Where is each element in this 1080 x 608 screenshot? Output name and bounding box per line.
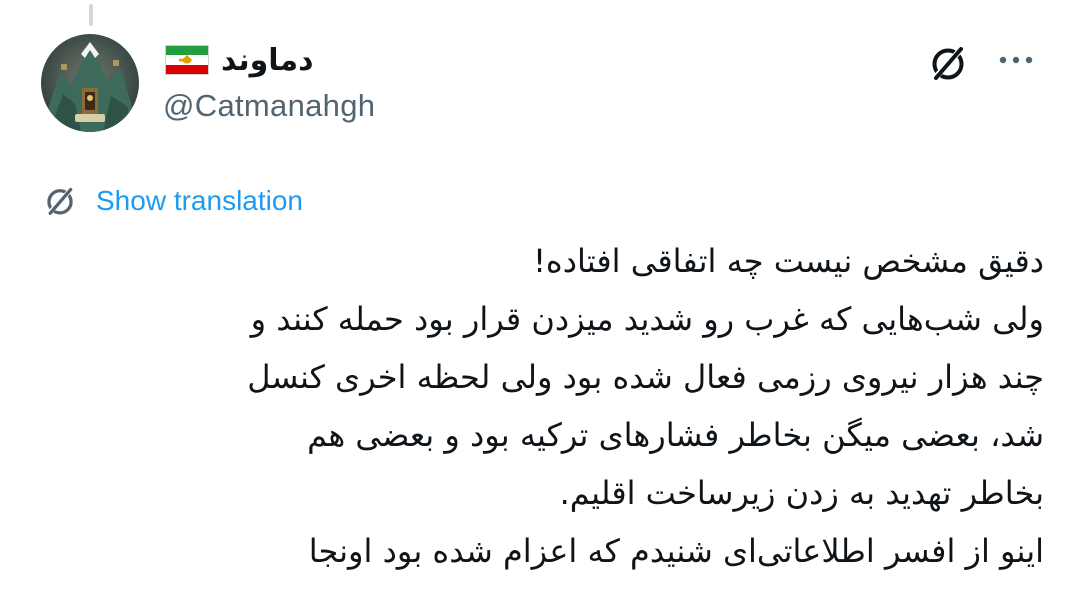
tweet-text: دقیق مشخص نیست چه اتفاقی افتاده! ولی شب‌… <box>40 232 1044 580</box>
avatar[interactable] <box>41 34 139 132</box>
grok-button[interactable] <box>924 40 972 86</box>
more-dots-icon <box>999 56 1033 64</box>
show-translation-label: Show translation <box>96 185 304 216</box>
author-display-name: دماوند <box>221 42 314 78</box>
tweet-line: ولی شب‌هایی که غرب رو شدید میزدن قرار بو… <box>250 300 1044 338</box>
thread-connector-line <box>89 4 93 26</box>
tweet-line: شد، بعضی میگن بخاطر فشارهای ترکیه بود و … <box>307 416 1044 454</box>
tweet-line: اینو از افسر اطلاعاتی‌ای شنیدم که اعزام … <box>308 532 1044 570</box>
more-options-button[interactable] <box>988 40 1044 80</box>
iran-flag-icon <box>165 45 209 75</box>
author-name-row[interactable]: دماوند <box>165 38 313 82</box>
tweet-line: بخاطر تهدید به زدن زیرساخت اقلیم. <box>559 474 1044 512</box>
grok-slash-circle-icon <box>46 186 75 216</box>
tweet-line: چند هزار نیروی رزمی فعال شده بود ولی لحظ… <box>247 358 1044 396</box>
show-translation-button[interactable]: Show translation <box>42 178 303 224</box>
avatar-image <box>41 34 139 132</box>
tweet-line: دقیق مشخص نیست چه اتفاقی افتاده! <box>533 242 1044 280</box>
author-handle[interactable]: @Catmanahgh <box>163 88 375 124</box>
grok-slash-circle-icon <box>931 44 966 82</box>
